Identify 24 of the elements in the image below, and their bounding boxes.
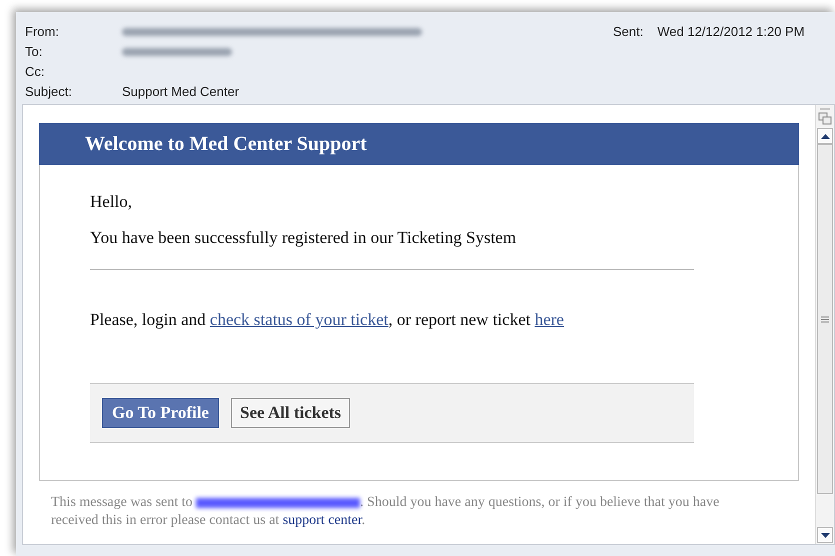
down-arrow-icon — [820, 532, 830, 538]
field-label: From: — [25, 22, 60, 41]
link[interactable]: check status of your ticket — [210, 310, 388, 329]
link[interactable]: here — [534, 310, 564, 329]
profile-button[interactable]: Go To Profile — [102, 398, 219, 428]
grip-icon — [821, 316, 829, 322]
tickets-button[interactable]: See All tickets — [230, 398, 350, 428]
up-arrow-icon — [820, 134, 830, 138]
field-label: To: — [25, 42, 44, 61]
sent-date: Wed 12/12/2012 1:20 PM — [657, 23, 805, 41]
field-value: Support Med Center — [122, 82, 240, 101]
greeting-text: Hello, — [90, 191, 134, 213]
login-sentence: Please, login and check status of your ticket, or report new ticket here — [90, 309, 565, 331]
banner-title: Welcome to Med Center Support — [39, 123, 799, 165]
field-label: Cc: — [25, 62, 46, 81]
field-label: Subject: — [25, 82, 73, 101]
scroll-thumb[interactable] — [817, 144, 833, 494]
redacted-email-link[interactable] — [196, 498, 360, 508]
sent-label: Sent: — [613, 23, 644, 41]
footer-text: This message was sent to . Should you have any questions, or if you believe that you have received this in error please contact us at support center. — [50, 494, 720, 530]
scroll-up-button[interactable] — [817, 128, 833, 144]
link[interactable]: support center — [282, 513, 362, 528]
intro-text: You have been successfully registered in our Ticketing System — [90, 224, 694, 270]
scroll-down-button[interactable] — [817, 527, 833, 543]
